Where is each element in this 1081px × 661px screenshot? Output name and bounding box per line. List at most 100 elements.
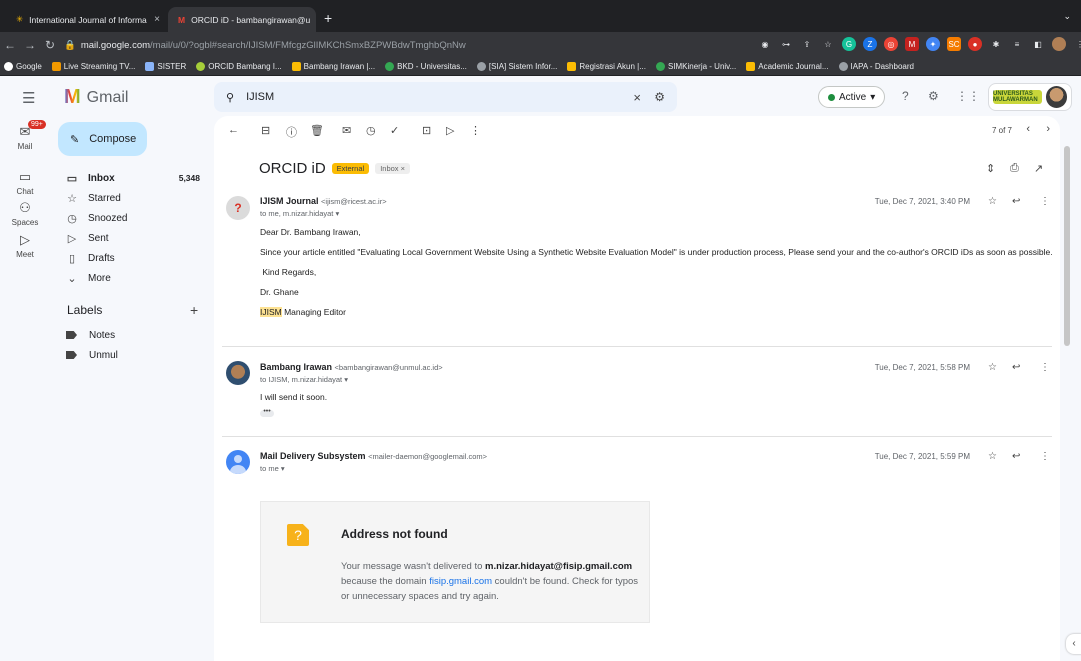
eye-icon[interactable]: ◉	[758, 37, 772, 51]
settings-icon[interactable]: ⚙	[928, 89, 939, 103]
nav-drafts[interactable]: ▯ Drafts	[50, 248, 210, 268]
profile-icon[interactable]	[1052, 37, 1066, 51]
show-side-panel-icon[interactable]: ‹	[1066, 634, 1081, 654]
nav-snoozed[interactable]: ◷ Snoozed	[50, 208, 210, 228]
rail-spaces[interactable]: ⚇ Spaces	[0, 200, 50, 227]
rail-meet[interactable]: ▷ Meet	[0, 232, 50, 259]
url-path: /mail/u/0/?ogbl#search/IJISM/FMfcgzGlIMK…	[150, 39, 466, 51]
bookmark-registrasi[interactable]: Registrasi Akun |...	[567, 62, 646, 71]
mark-unread-icon[interactable]: ✉	[342, 124, 351, 137]
message-more-icon[interactable]: ⋮	[1040, 362, 1050, 373]
archive-icon[interactable]: ⊟	[261, 124, 270, 137]
sender-name[interactable]: Bambang Irawan <bambangirawan@unmul.ac.i…	[260, 362, 443, 372]
search-icon[interactable]: ⚲	[226, 91, 234, 104]
snooze-icon[interactable]: ◷	[366, 124, 376, 137]
expand-all-icon[interactable]: ⇕	[986, 162, 995, 175]
rail-mail[interactable]: ✉ 99+ Mail	[0, 120, 50, 151]
scrollbar[interactable]	[1064, 146, 1070, 346]
grammarly-icon[interactable]: G	[842, 37, 856, 51]
red-extension-icon[interactable]: ◎	[884, 37, 898, 51]
bookmark-bambang[interactable]: Bambang Irawan |...	[291, 62, 375, 71]
bookmark-sia[interactable]: [SIA] Sistem Infor...	[476, 62, 557, 71]
print-icon[interactable]: ⎙	[1010, 162, 1019, 175]
move-to-icon[interactable]: ⊡	[422, 124, 431, 137]
share-icon[interactable]: ⇪	[800, 37, 814, 51]
label-unmul[interactable]: Unmul	[50, 345, 210, 365]
side-panel-icon[interactable]: ◧	[1031, 37, 1045, 51]
bookmark-simkinerja[interactable]: SIMKinerja - Univ...	[655, 62, 736, 71]
bookmark-bkd[interactable]: BKD - Universitas...	[385, 62, 467, 71]
key-icon[interactable]: ⊶	[779, 37, 793, 51]
domain-link[interactable]: fisip.gmail.com	[429, 576, 492, 587]
clear-search-icon[interactable]: ×	[633, 90, 641, 105]
mendeley-icon[interactable]: M	[905, 37, 919, 51]
bookmark-live-streaming[interactable]: Live Streaming TV...	[51, 62, 135, 71]
search-bar[interactable]: ⚲ IJISM × ⚙	[214, 82, 677, 112]
more-options-icon[interactable]: ⋮	[470, 124, 481, 137]
help-icon[interactable]: ?	[902, 89, 909, 103]
search-input[interactable]: IJISM	[246, 91, 274, 103]
recipients-line[interactable]: to IJISM, m.nizar.hidayat ▾	[260, 375, 348, 384]
reply-icon[interactable]: ↩	[1012, 196, 1020, 207]
journal-icon: ✳	[16, 14, 24, 24]
account-switcher[interactable]: UNIVERSITAS MULAWARMAN	[988, 83, 1072, 111]
inbox-tag[interactable]: Inbox ×	[375, 163, 410, 174]
star-icon[interactable]: ☆	[988, 451, 997, 462]
open-new-window-icon[interactable]: ↗	[1034, 162, 1043, 175]
bookmark-academic-journal[interactable]: Academic Journal...	[746, 62, 829, 71]
bookmark-iapa[interactable]: IAPA - Dashboard	[838, 62, 914, 71]
rail-chat[interactable]: ▭ Chat	[0, 169, 50, 196]
label-notes[interactable]: Notes	[50, 325, 210, 345]
browser-tab-bar: ✳ International Journal of Informa × M O…	[0, 0, 1081, 32]
puzzle-icon[interactable]: ✱	[989, 37, 1003, 51]
tab-journal[interactable]: ✳ International Journal of Informa ×	[6, 7, 166, 32]
message-more-icon[interactable]: ⋮	[1040, 196, 1050, 207]
recipients-line[interactable]: to me, m.nizar.hidayat ▾	[260, 209, 339, 218]
delete-icon[interactable]: 🗑	[310, 124, 324, 137]
bookmark-orcid[interactable]: ORCID Bambang I...	[196, 62, 282, 71]
report-spam-icon[interactable]: ⓘ	[286, 124, 297, 140]
message-more-icon[interactable]: ⋮	[1040, 451, 1050, 462]
close-tab-icon[interactable]: ×	[154, 14, 160, 25]
orange-extension-icon[interactable]: SC	[947, 37, 961, 51]
recipients-line[interactable]: to me ▾	[260, 464, 285, 473]
bookmark-sister[interactable]: SISTER	[145, 62, 186, 71]
newer-icon[interactable]: ‹	[1026, 123, 1030, 135]
zotero-icon[interactable]: Z	[863, 37, 877, 51]
nav-inbox[interactable]: ▭ Inbox 5,348	[50, 168, 210, 188]
nav-more[interactable]: ⌄ More	[50, 268, 210, 288]
back-icon[interactable]: ←	[0, 38, 20, 52]
blue-extension-icon[interactable]: ✦	[926, 37, 940, 51]
sender-name[interactable]: IJISM Journal <ijism@ricest.ac.ir>	[260, 196, 387, 206]
nav-starred[interactable]: ☆ Starred	[50, 188, 210, 208]
reply-icon[interactable]: ↩	[1012, 451, 1020, 462]
label-as-icon[interactable]: ▷	[446, 124, 454, 137]
reading-list-icon[interactable]: ≡	[1010, 37, 1024, 51]
bookmark-google[interactable]: Google	[4, 62, 42, 71]
nav-sent[interactable]: ▷ Sent	[50, 228, 210, 248]
url-field[interactable]: 🔒 mail.google.com /mail/u/0/?ogbl#search…	[64, 35, 754, 55]
sender-name[interactable]: Mail Delivery Subsystem <mailer-daemon@g…	[260, 451, 487, 461]
gmail-logo[interactable]: M Gmail	[64, 86, 128, 109]
show-trimmed-content-button[interactable]: •••	[260, 408, 274, 417]
add-task-icon[interactable]: ✓	[390, 124, 399, 137]
status-button[interactable]: Active ▾	[818, 86, 886, 108]
older-icon[interactable]: ›	[1046, 123, 1050, 135]
create-label-icon[interactable]: +	[190, 302, 198, 318]
tab-gmail[interactable]: M ORCID iD - bambangirawan@u ×	[168, 7, 316, 32]
main-menu-icon[interactable]: ☰	[22, 89, 35, 107]
apps-grid-icon[interactable]: ⋮⋮	[956, 89, 980, 103]
new-tab-button[interactable]: +	[324, 10, 332, 26]
tab-search-icon[interactable]: ⌄	[1063, 11, 1071, 22]
reload-icon[interactable]: ↻	[40, 38, 60, 52]
search-options-icon[interactable]: ⚙	[654, 90, 665, 104]
reply-icon[interactable]: ↩	[1012, 362, 1020, 373]
star-icon[interactable]: ☆	[988, 362, 997, 373]
star-icon[interactable]: ☆	[988, 196, 997, 207]
browser-menu-icon[interactable]: ⋮	[1073, 37, 1081, 51]
back-to-list-icon[interactable]: ←	[228, 124, 239, 136]
red-dot-extension-icon[interactable]: ●	[968, 37, 982, 51]
compose-button[interactable]: ✎ Compose	[58, 122, 147, 156]
bookmark-star-icon[interactable]: ☆	[821, 37, 835, 51]
forward-icon[interactable]: →	[20, 38, 40, 52]
